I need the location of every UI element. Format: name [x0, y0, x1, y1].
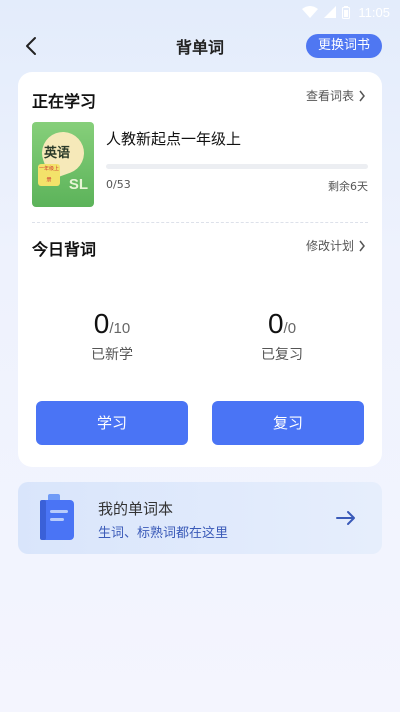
modify-plan-label: 修改计划: [305, 239, 354, 253]
wifi-icon: [302, 6, 319, 18]
cover-title: 英语: [44, 146, 71, 161]
new-words-total: /10: [109, 320, 131, 337]
review-words-count: 0: [267, 308, 284, 339]
arrow-right-icon[interactable]: [334, 506, 358, 530]
progress-bar: [106, 164, 368, 169]
review-button[interactable]: 复习: [212, 401, 364, 445]
cover-series: SL: [68, 176, 88, 193]
review-words-stat: 0/0 已复习: [222, 308, 342, 364]
modify-plan-link[interactable]: 修改计划: [306, 237, 366, 254]
cover-grade-badge: 一年级上册: [38, 164, 60, 186]
notebook-icon: [38, 494, 78, 542]
days-remaining: 剩余6天: [328, 180, 368, 193]
wordbook-subtitle: 生词、标熟词都在这里: [98, 526, 229, 541]
review-words-total: /0: [283, 320, 297, 337]
wordbook-title: 我的单词本: [98, 500, 174, 518]
status-time: 11:05: [358, 4, 390, 20]
switch-book-button[interactable]: 更换词书: [305, 34, 382, 58]
study-card: 正在学习 查看词表 英语 一年级上册 SL 人教新起点一年级上 0/53 剩余6…: [18, 72, 382, 467]
new-words-label: 已新学: [91, 347, 133, 363]
section-divider: [32, 222, 368, 223]
chevron-right-icon: [358, 90, 366, 102]
status-bar: 11:05: [0, 0, 400, 24]
signal-icon: [324, 6, 337, 18]
book-cover[interactable]: 英语 一年级上册 SL: [32, 122, 94, 207]
chevron-right-icon: [358, 240, 366, 252]
learning-section-title: 正在学习: [32, 88, 97, 114]
review-words-label: 已复习: [261, 347, 303, 363]
view-word-list-label: 查看词表: [305, 89, 354, 103]
progress-count: 0/53: [106, 178, 131, 191]
top-nav: 背单词 更换词书: [0, 28, 400, 64]
book-name: 人教新起点一年级上: [106, 130, 242, 148]
new-words-stat: 0/10 已新学: [52, 308, 172, 364]
new-words-count: 0: [93, 308, 110, 339]
my-wordbook-card[interactable]: 我的单词本 生词、标熟词都在这里: [18, 482, 382, 554]
view-word-list-link[interactable]: 查看词表: [306, 87, 366, 104]
battery-icon: [342, 5, 351, 19]
today-section-title: 今日背词: [32, 236, 97, 262]
study-button[interactable]: 学习: [36, 401, 188, 445]
